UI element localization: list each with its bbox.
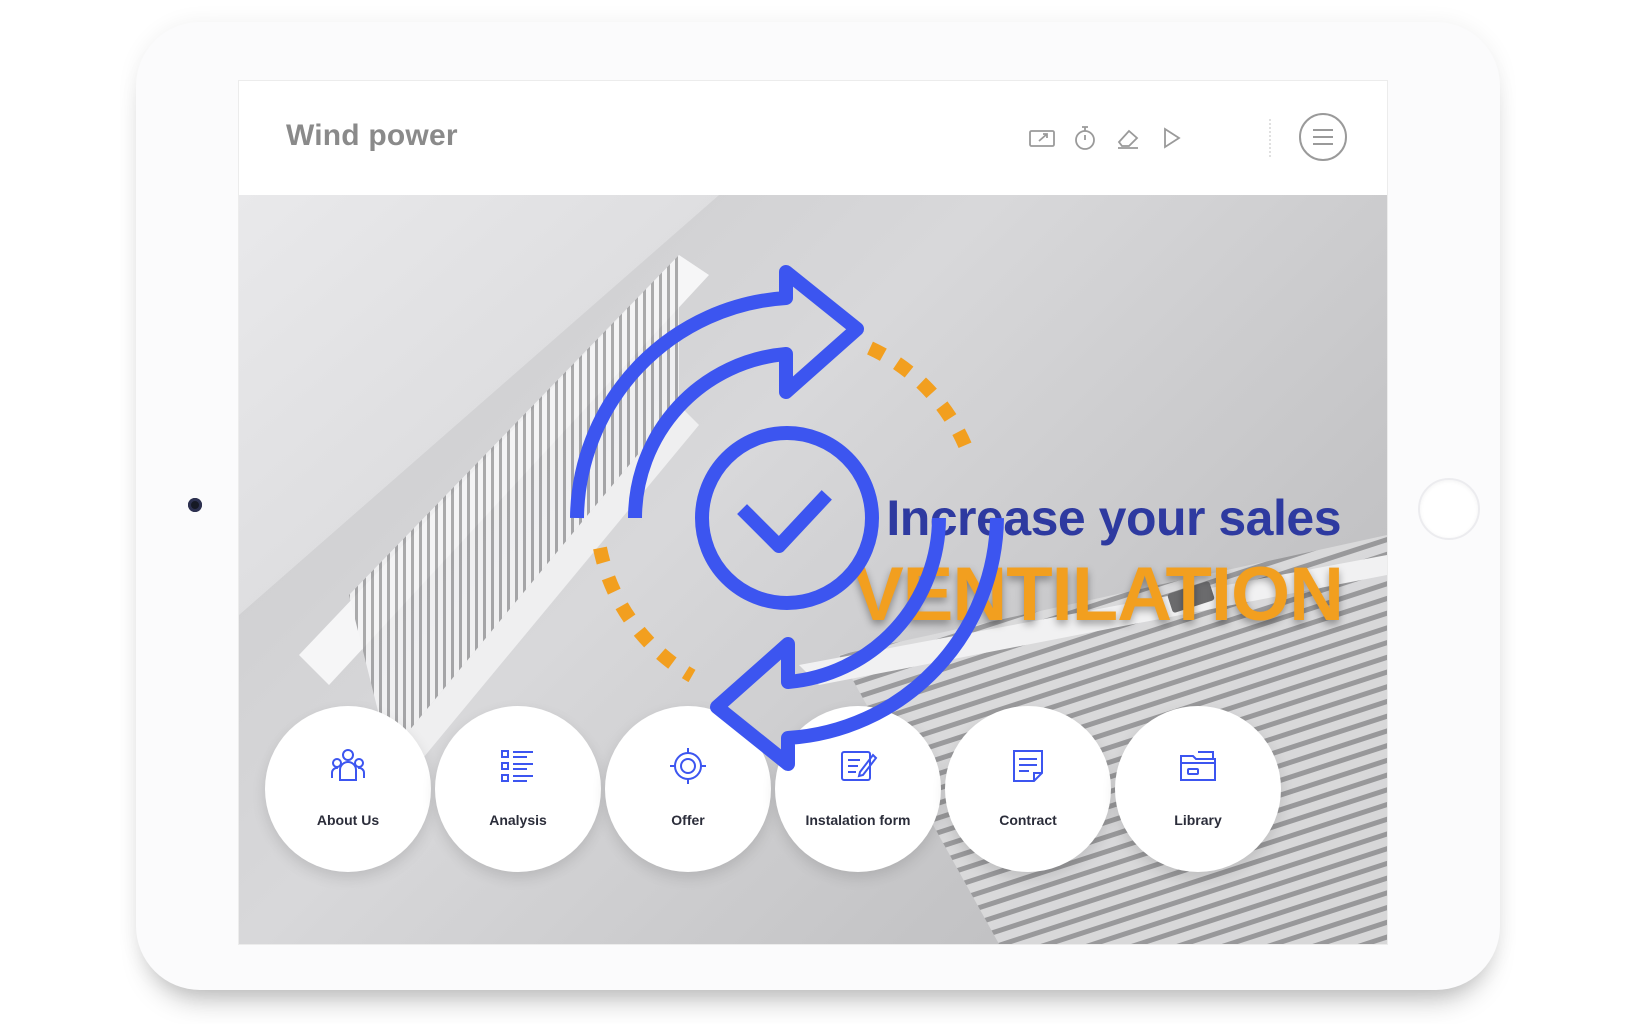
app-screen: Wind power Increase your sales VENTILATI… — [238, 80, 1388, 945]
document-icon — [1008, 746, 1048, 786]
nav-offer[interactable]: Offer — [605, 706, 771, 872]
edit-form-icon — [838, 746, 878, 786]
nav-label: About Us — [316, 812, 380, 828]
hero-headline: Increase your sales — [886, 490, 1341, 546]
nav-label: Library — [1174, 812, 1222, 828]
hero-section: Increase your sales VENTILATION About Us — [239, 195, 1387, 944]
nav-library[interactable]: Library — [1115, 706, 1281, 872]
front-camera — [188, 498, 202, 512]
nav-label: Analysis — [489, 812, 547, 828]
nav-label: Contract — [999, 812, 1057, 828]
hamburger-menu-icon[interactable] — [1299, 113, 1347, 161]
nav-contract[interactable]: Contract — [945, 706, 1111, 872]
folder-icon — [1178, 746, 1218, 786]
nav-label: Instalation form — [805, 812, 911, 828]
play-icon[interactable] — [1156, 123, 1186, 153]
target-icon — [668, 746, 708, 786]
nav-about-us[interactable]: About Us — [265, 706, 431, 872]
home-button[interactable] — [1418, 478, 1480, 540]
list-icon — [498, 746, 538, 786]
present-icon[interactable] — [1027, 123, 1057, 153]
team-icon — [328, 746, 368, 786]
timer-icon[interactable] — [1070, 123, 1100, 153]
app-title: Wind power — [286, 119, 458, 152]
top-bar: Wind power — [239, 81, 1387, 195]
nav-label: Offer — [671, 812, 705, 828]
hero-subheadline: VENTILATION — [852, 552, 1344, 637]
nav-analysis[interactable]: Analysis — [435, 706, 601, 872]
toolbar-divider — [1269, 119, 1271, 157]
eraser-icon[interactable] — [1113, 123, 1143, 153]
nav-instalation-form[interactable]: Instalation form — [775, 706, 941, 872]
